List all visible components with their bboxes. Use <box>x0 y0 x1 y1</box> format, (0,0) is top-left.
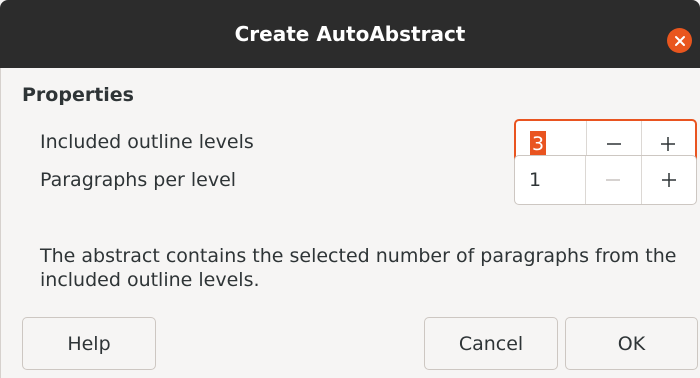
plus-icon <box>660 171 678 189</box>
paragraphs-per-level-input[interactable]: 1 <box>515 156 585 204</box>
outline-levels-value: 3 <box>530 131 547 157</box>
description-text: The abstract contains the selected numbe… <box>40 245 677 291</box>
window-border <box>0 68 1 378</box>
paragraphs-per-level-spinbutton[interactable]: 1 <box>514 155 697 205</box>
close-icon <box>674 35 686 47</box>
paragraphs-per-level-decrement-button[interactable] <box>585 156 641 204</box>
ok-button[interactable]: OK <box>565 317 698 370</box>
paragraphs-per-level-label: Paragraphs per level <box>40 169 237 191</box>
minus-icon <box>605 135 623 153</box>
paragraphs-per-level-increment-button[interactable] <box>640 156 697 204</box>
outline-levels-label: Included outline levels <box>40 131 254 153</box>
create-autoabstract-dialog: Create AutoAbstract Properties Included … <box>0 0 700 378</box>
cancel-button[interactable]: Cancel <box>424 317 558 370</box>
minus-icon <box>604 171 622 189</box>
paragraphs-per-level-value: 1 <box>529 169 542 191</box>
help-button[interactable]: Help <box>22 317 156 370</box>
section-heading: Properties <box>22 84 134 106</box>
plus-icon <box>659 135 677 153</box>
title-bar[interactable]: Create AutoAbstract <box>0 0 700 68</box>
dialog-title: Create AutoAbstract <box>234 22 466 46</box>
close-button[interactable] <box>667 28 692 53</box>
